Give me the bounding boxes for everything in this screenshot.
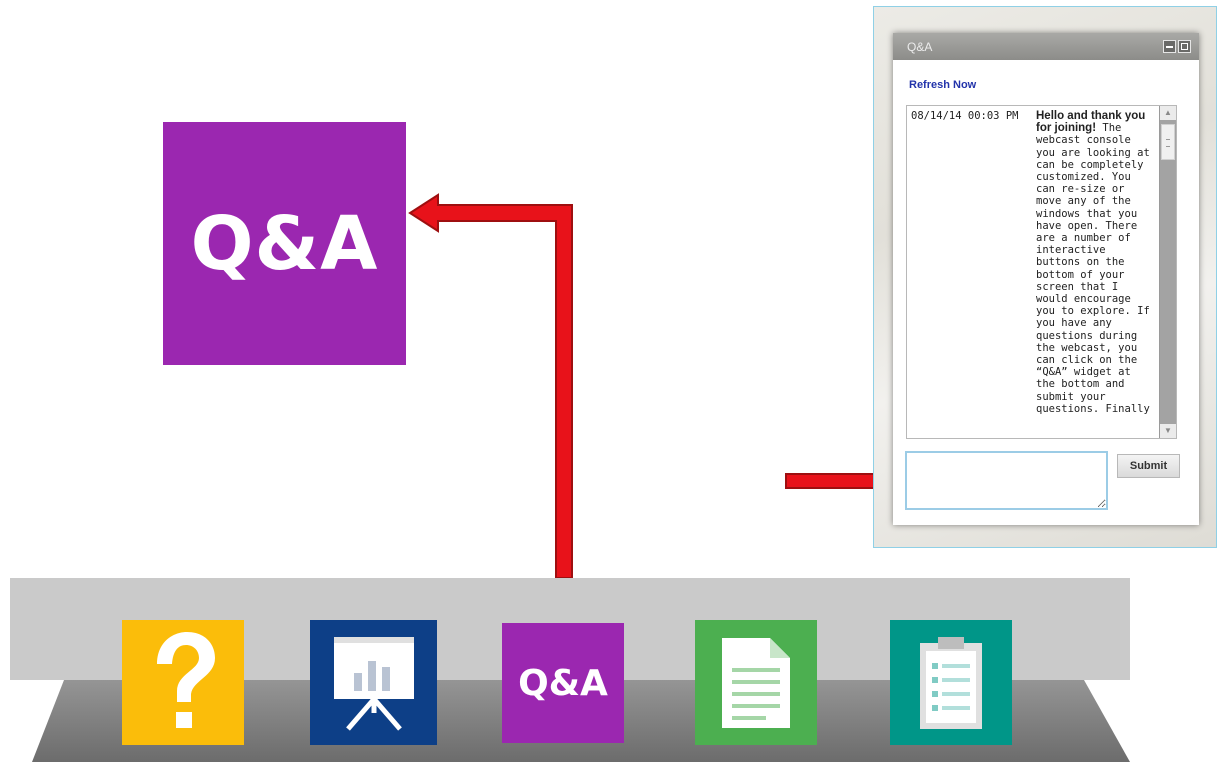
scroll-up-icon[interactable]: ▲ bbox=[1160, 106, 1176, 120]
clipboard-icon bbox=[920, 636, 982, 729]
message-item: 08/14/14 00:03 PM Hello and thank you fo… bbox=[907, 106, 1176, 415]
minimize-icon[interactable] bbox=[1163, 40, 1176, 53]
question-mark-icon bbox=[157, 631, 215, 728]
qa-panel-titlebar[interactable]: Q&A bbox=[893, 33, 1199, 60]
question-input[interactable] bbox=[905, 451, 1108, 510]
scroll-thumb[interactable] bbox=[1161, 124, 1175, 160]
message-timestamp: 08/14/14 00:03 PM bbox=[911, 110, 1019, 122]
scroll-down-icon[interactable]: ▼ bbox=[1160, 424, 1176, 438]
document-icon bbox=[722, 637, 790, 728]
messages-list[interactable]: 08/14/14 00:03 PM Hello and thank you fo… bbox=[906, 105, 1177, 439]
message-body: The webcast console you are looking at c… bbox=[1036, 122, 1150, 415]
refresh-now-link[interactable]: Refresh Now bbox=[909, 79, 976, 91]
maximize-icon[interactable] bbox=[1178, 40, 1191, 53]
message-content: Hello and thank you for joining! The web… bbox=[1036, 110, 1154, 415]
submit-button[interactable]: Submit bbox=[1117, 454, 1180, 478]
survey-widget-button[interactable] bbox=[890, 620, 1012, 745]
presentation-board-icon bbox=[333, 636, 414, 731]
help-widget-button[interactable] bbox=[122, 620, 244, 745]
qa-widget-button[interactable]: Q&A bbox=[502, 623, 624, 743]
window-controls bbox=[1163, 40, 1191, 53]
slides-widget-button[interactable] bbox=[310, 620, 437, 745]
message-heading: Hello and thank you for joining! bbox=[1036, 110, 1146, 135]
qa-widget-label: Q&A bbox=[518, 662, 608, 704]
arrow-to-large-qa bbox=[408, 193, 573, 579]
qa-panel-title: Q&A bbox=[907, 39, 933, 54]
resources-widget-button[interactable] bbox=[695, 620, 817, 745]
qa-panel: Q&A Refresh Now 08/14/14 00:03 PM Hello … bbox=[893, 33, 1199, 525]
messages-scrollbar[interactable]: ▲ ▼ bbox=[1159, 106, 1176, 438]
